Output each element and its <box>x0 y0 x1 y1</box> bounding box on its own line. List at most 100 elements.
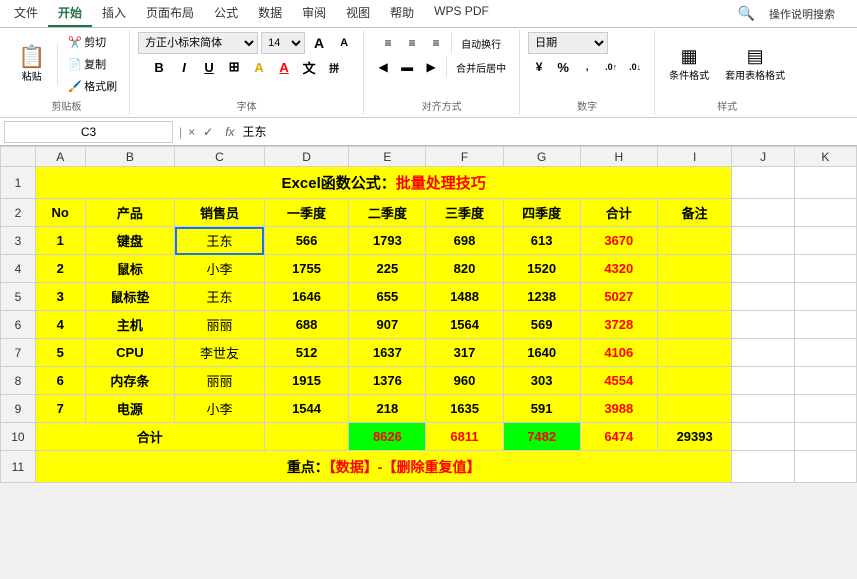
cell-9a[interactable]: 7 <box>35 395 85 423</box>
cancel-formula-button[interactable]: × <box>188 125 195 139</box>
cell-6e[interactable]: 907 <box>349 311 426 339</box>
align-top-right-button[interactable]: ≡ <box>425 32 447 54</box>
conditional-format-button[interactable]: ▦ 条件格式 <box>663 44 715 84</box>
cell-9k[interactable] <box>794 395 856 423</box>
format-painter-button[interactable]: 🖌️ 格式刷 <box>64 76 121 96</box>
cell-2j[interactable] <box>732 199 794 227</box>
cell-8e[interactable]: 1376 <box>349 367 426 395</box>
tab-page-layout[interactable]: 页面布局 <box>136 0 204 27</box>
cell-2g[interactable]: 四季度 <box>503 199 580 227</box>
tab-help[interactable]: 帮助 <box>380 0 424 27</box>
tab-view[interactable]: 视图 <box>336 0 380 27</box>
tab-search[interactable]: 操作说明搜索 <box>759 2 845 26</box>
cell-bottom-note[interactable]: 重点：【数据】-【删除重复值】 <box>35 451 732 483</box>
font-name-select[interactable]: 方正小标宋简体 <box>138 32 258 54</box>
pinyin-button[interactable]: 拼 <box>323 56 345 78</box>
cell-6c[interactable]: 丽丽 <box>175 311 265 339</box>
col-header-i[interactable]: I <box>657 147 732 167</box>
cell-4a[interactable]: 2 <box>35 255 85 283</box>
align-center-button[interactable]: ▬ <box>396 56 418 78</box>
cell-9b[interactable]: 电源 <box>85 395 175 423</box>
cell-7i[interactable] <box>657 339 732 367</box>
cell-7g[interactable]: 1640 <box>503 339 580 367</box>
italic-button[interactable]: I <box>173 56 195 78</box>
cell-9c[interactable]: 小李 <box>175 395 265 423</box>
col-header-d[interactable]: D <box>264 147 349 167</box>
cell-10e[interactable]: 8626 <box>349 423 426 451</box>
cell-3h[interactable]: 3670 <box>580 227 657 255</box>
cell-6i[interactable] <box>657 311 732 339</box>
cell-5j[interactable] <box>732 283 794 311</box>
cell-8h[interactable]: 4554 <box>580 367 657 395</box>
cell-7h[interactable]: 4106 <box>580 339 657 367</box>
table-style-button[interactable]: ▤ 套用表格格式 <box>719 44 791 84</box>
formula-input[interactable]: 王东 <box>243 121 853 143</box>
row-header-5[interactable]: 5 <box>1 283 36 311</box>
cell-5f[interactable]: 1488 <box>426 283 503 311</box>
cell-9g[interactable]: 591 <box>503 395 580 423</box>
wrap-text-button[interactable]: 自动换行 <box>456 32 506 54</box>
cell-4g[interactable]: 1520 <box>503 255 580 283</box>
cell-2h[interactable]: 合计 <box>580 199 657 227</box>
cell-7a[interactable]: 5 <box>35 339 85 367</box>
cell-8g[interactable]: 303 <box>503 367 580 395</box>
cell-9e[interactable]: 218 <box>349 395 426 423</box>
row-header-2[interactable]: 2 <box>1 199 36 227</box>
cell-4f[interactable]: 820 <box>426 255 503 283</box>
cell-1j[interactable] <box>732 167 794 199</box>
number-format-select[interactable]: 日期 <box>528 32 608 54</box>
cell-10k[interactable] <box>794 423 856 451</box>
cell-7j[interactable] <box>732 339 794 367</box>
font-color-button[interactable]: A <box>273 56 295 78</box>
cell-6j[interactable] <box>732 311 794 339</box>
cell-9h[interactable]: 3988 <box>580 395 657 423</box>
font-shrink-button[interactable]: A <box>333 32 355 54</box>
cell-6f[interactable]: 1564 <box>426 311 503 339</box>
cell-4e[interactable]: 225 <box>349 255 426 283</box>
cell-7f[interactable]: 317 <box>426 339 503 367</box>
cell-10f[interactable]: 6811 <box>426 423 503 451</box>
cell-4k[interactable] <box>794 255 856 283</box>
cell-8b[interactable]: 内存条 <box>85 367 175 395</box>
currency-button[interactable]: ¥ <box>528 56 550 78</box>
font-size-select[interactable]: 14 <box>261 32 305 54</box>
cell-9j[interactable] <box>732 395 794 423</box>
cell-3k[interactable] <box>794 227 856 255</box>
cell-4i[interactable] <box>657 255 732 283</box>
col-header-a[interactable]: A <box>35 147 85 167</box>
cell-10i[interactable]: 29393 <box>657 423 732 451</box>
cell-6k[interactable] <box>794 311 856 339</box>
cell-1k[interactable] <box>794 167 856 199</box>
cell-8d[interactable]: 1915 <box>264 367 349 395</box>
underline-button[interactable]: U <box>198 56 220 78</box>
cell-3g[interactable]: 613 <box>503 227 580 255</box>
cell-10-merged-label[interactable]: 合计 <box>35 423 264 451</box>
cell-10j[interactable] <box>732 423 794 451</box>
cell-2b[interactable]: 产品 <box>85 199 175 227</box>
search-icon[interactable]: 🔍 <box>738 5 755 22</box>
decrease-decimal-button[interactable]: .0↓ <box>624 56 646 78</box>
col-header-c[interactable]: C <box>175 147 265 167</box>
cell-8c[interactable]: 丽丽 <box>175 367 265 395</box>
cell-3j[interactable] <box>732 227 794 255</box>
cell-4b[interactable]: 鼠标 <box>85 255 175 283</box>
tab-insert[interactable]: 插入 <box>92 0 136 27</box>
cell-6a[interactable]: 4 <box>35 311 85 339</box>
paste-button[interactable]: 📋 粘贴 <box>12 44 51 85</box>
cell-6b[interactable]: 主机 <box>85 311 175 339</box>
cell-5g[interactable]: 1238 <box>503 283 580 311</box>
cell-7b[interactable]: CPU <box>85 339 175 367</box>
tab-home[interactable]: 开始 <box>48 0 92 27</box>
cell-3d[interactable]: 566 <box>264 227 349 255</box>
cell-3c[interactable]: 王东 <box>175 227 265 255</box>
cell-10h[interactable]: 6474 <box>580 423 657 451</box>
cell-11j[interactable] <box>732 451 794 483</box>
row-header-3[interactable]: 3 <box>1 227 36 255</box>
comma-button[interactable]: , <box>576 56 598 78</box>
cell-7d[interactable]: 512 <box>264 339 349 367</box>
col-header-j[interactable]: J <box>732 147 794 167</box>
cell-9f[interactable]: 1635 <box>426 395 503 423</box>
row-header-8[interactable]: 8 <box>1 367 36 395</box>
cell-4j[interactable] <box>732 255 794 283</box>
tab-wps-pdf[interactable]: WPS PDF <box>424 0 499 27</box>
